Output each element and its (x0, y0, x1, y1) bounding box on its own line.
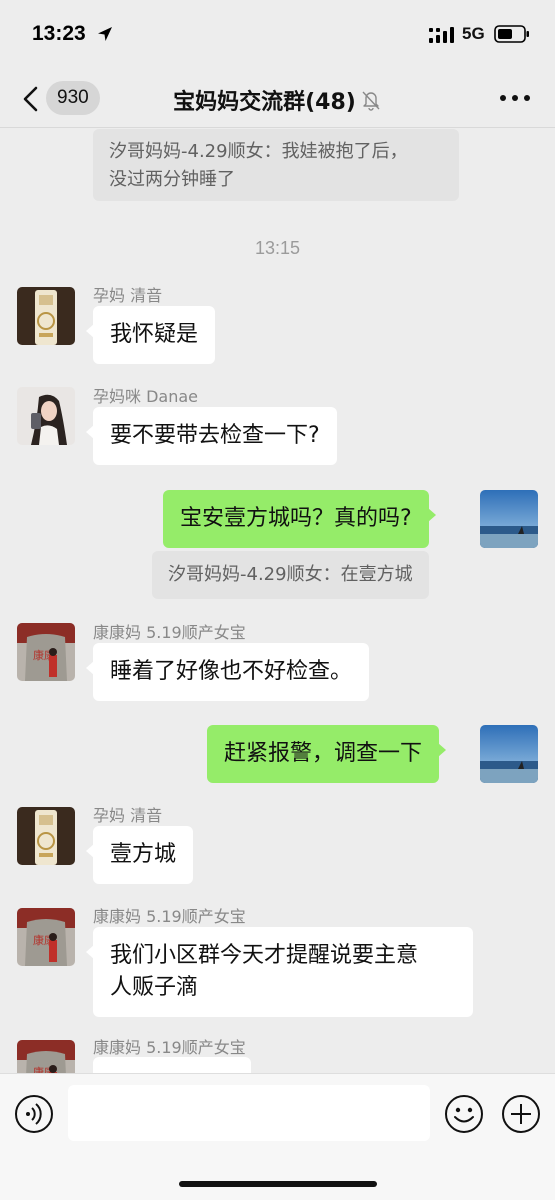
sender-name: 康康妈 5.19顺产女宝 (93, 907, 246, 926)
signal-icon (429, 27, 454, 43)
mute-bell-icon (362, 91, 380, 111)
message-bubble[interactable]: 要不要带去检查一下? (86, 407, 337, 465)
avatar[interactable]: 康康 (17, 623, 75, 681)
quoted-message[interactable]: 汐哥妈妈-4.29顺女：在壹方城 (152, 551, 429, 599)
battery-icon (494, 25, 529, 43)
avatar[interactable] (17, 287, 75, 345)
message-list[interactable]: 汐哥妈妈-4.29顺女：我娃被抱了后， 没过两分钟睡了 13:15 孕妈 清音 … (0, 129, 555, 1073)
message-bubble[interactable] (93, 1057, 251, 1073)
emoji-icon[interactable] (444, 1094, 484, 1134)
time-divider: 13:15 (254, 238, 301, 258)
chat-title: 宝妈妈交流群(48) (0, 84, 555, 116)
self-avatar[interactable] (480, 490, 538, 548)
self-avatar[interactable] (480, 725, 538, 783)
status-bar: 13:23 5G (0, 0, 555, 70)
more-icon[interactable] (498, 90, 532, 106)
message-input[interactable] (68, 1085, 430, 1141)
message-bubble[interactable]: 睡着了好像也不好检查。 (85, 643, 370, 701)
sender-name: 孕妈 清音 (93, 286, 163, 305)
avatar[interactable]: 康康 (17, 908, 75, 966)
location-arrow-icon (98, 27, 112, 41)
message-bubble-outgoing[interactable]: 赶紧报警，调查一下 (207, 725, 447, 783)
message-bubble[interactable]: 我怀疑是 (85, 306, 216, 364)
message-bubble[interactable]: 壹方城 (85, 826, 194, 884)
home-indicator[interactable] (179, 1181, 377, 1187)
voice-icon[interactable] (14, 1094, 54, 1134)
avatar[interactable] (17, 387, 75, 445)
sender-name: 康康妈 5.19顺产女宝 (93, 1038, 246, 1057)
sender-name: 康康妈 5.19顺产女宝 (93, 623, 246, 642)
avatar[interactable]: 康康 (17, 1040, 75, 1073)
sender-name: 孕妈咪 Danae (93, 387, 199, 406)
sender-name: 孕妈 清音 (93, 806, 163, 825)
plus-icon[interactable] (501, 1094, 541, 1134)
status-time: 13:23 (32, 22, 86, 45)
message-bubble[interactable]: 我们小区群今天才提醒说要主意 人贩子滴 (86, 927, 473, 1017)
network-label: 5G (462, 24, 485, 43)
chat-nav-bar: 930 宝妈妈交流群(48) (0, 70, 555, 128)
avatar[interactable] (17, 807, 75, 865)
chat-title-text: 宝妈妈交流群(48) (173, 90, 356, 115)
quoted-message[interactable]: 汐哥妈妈-4.29顺女：我娃被抱了后， 没过两分钟睡了 (93, 129, 459, 201)
message-bubble-outgoing[interactable]: 宝安壹方城吗？真的吗? (163, 490, 436, 548)
